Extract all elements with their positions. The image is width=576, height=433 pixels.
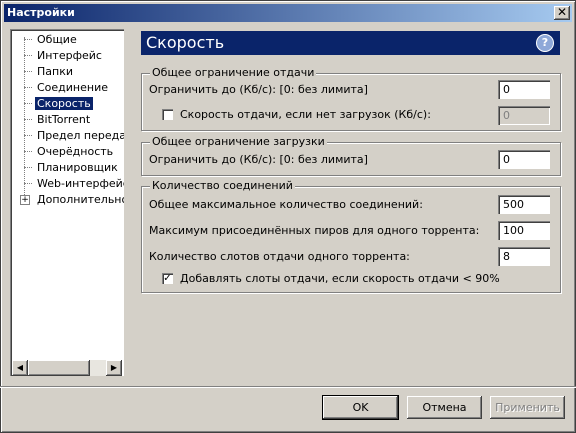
window-title: Настройки — [7, 6, 75, 19]
help-icon[interactable]: ? — [536, 34, 554, 52]
max-peers-label: Максимум присоединённых пиров для одного… — [149, 224, 480, 237]
connections-group: Количество соединений Общее максимальное… — [141, 179, 561, 293]
download-limit-input[interactable]: 0 — [498, 150, 550, 169]
tree-guide-line — [24, 37, 25, 195]
cancel-button[interactable]: Отмена — [407, 396, 482, 419]
upload-group-legend: Общее ограничение отдачи — [150, 66, 317, 79]
upload-limit-label: Ограничить до (Кб/с): [0: без лимита] — [149, 83, 368, 96]
title-bar[interactable]: Настройки ✕ — [4, 4, 572, 22]
page-title: Скорость — [146, 33, 225, 52]
scroll-right-icon[interactable]: ▶ — [106, 360, 122, 376]
max-connections-input[interactable]: 500 — [498, 195, 550, 214]
download-group-legend: Общее ограничение загрузки — [150, 135, 327, 148]
tree-horizontal-scrollbar[interactable]: ◀ ▶ — [12, 360, 122, 376]
settings-tree: Общие Интерфейс Папки Соединение Скорост… — [10, 29, 124, 376]
download-limit-group: Общее ограничение загрузки Ограничить до… — [141, 135, 561, 176]
no-download-upload-checkbox[interactable] — [162, 109, 173, 120]
extra-slots-label: Добавлять слоты отдачи, если скорость от… — [180, 272, 500, 285]
scroll-left-icon[interactable]: ◀ — [12, 360, 28, 376]
ok-button[interactable]: OK — [322, 395, 399, 420]
upload-limit-group: Общее ограничение отдачи Ограничить до (… — [141, 66, 561, 131]
max-connections-label: Общее максимальное количество соединений… — [149, 198, 423, 211]
max-peers-input[interactable]: 100 — [498, 221, 550, 240]
checkmark-icon: ✓ — [163, 273, 172, 284]
apply-button: Применить — [490, 396, 565, 419]
connections-group-legend: Количество соединений — [150, 179, 295, 192]
footer-separator — [0, 386, 576, 388]
page-header: Скорость ? — [141, 31, 560, 55]
upload-slots-label: Количество слотов отдачи одного торрента… — [149, 250, 410, 263]
extra-slots-checkbox[interactable]: ✓ — [162, 273, 173, 284]
scroll-thumb[interactable] — [28, 360, 90, 376]
upload-limit-input[interactable]: 0 — [498, 80, 550, 99]
upload-slots-input[interactable]: 8 — [498, 247, 550, 266]
no-download-upload-input: 0 — [498, 106, 550, 125]
download-limit-label: Ограничить до (Кб/с): [0: без лимита] — [149, 153, 368, 166]
expand-plus-icon[interactable]: + — [20, 195, 30, 205]
no-download-upload-label: Скорость отдачи, если нет загрузок (Кб/с… — [180, 108, 431, 121]
close-button[interactable]: ✕ — [554, 6, 570, 20]
close-icon: ✕ — [556, 5, 568, 19]
